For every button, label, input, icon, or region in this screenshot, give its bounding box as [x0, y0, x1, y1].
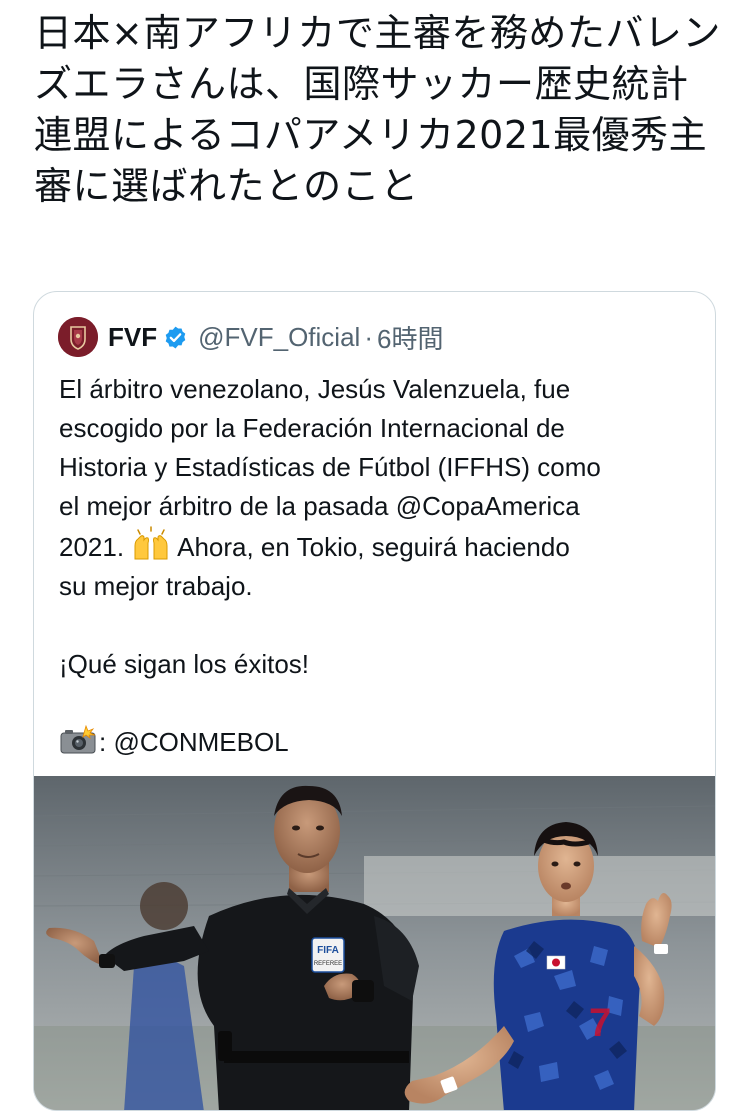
quoted-tweet-body: El árbitro venezolano, Jesús Valenzuela,… [59, 370, 699, 762]
body-line: el mejor árbitro de la pasada @CopaAmeri… [59, 487, 699, 526]
tweet-text: 日本×南アフリカで主審を務めたバレンズエラさんは、国際サッカー歴史統計連盟による… [34, 11, 721, 208]
separator-dot: · [364, 321, 373, 352]
timestamp[interactable]: 6時間 [377, 319, 443, 356]
quoted-tweet-card[interactable]: FVF @FVF_Oficial · 6時間 El árbitro venezo… [33, 291, 716, 1111]
quoted-tweet-header: FVF @FVF_Oficial · 6時間 [58, 316, 443, 358]
fifa-badge-text: FIFA [317, 945, 339, 956]
display-name[interactable]: FVF [108, 322, 157, 353]
fifa-badge-subtext: REFEREE [314, 961, 342, 967]
svg-text:7: 7 [589, 1001, 611, 1045]
avatar[interactable] [58, 317, 98, 357]
body-line: escogido por la Federación Internacional… [59, 413, 565, 443]
body-text: 2021. [59, 532, 125, 562]
tweet-photo[interactable]: FIFA REFEREE 7 [34, 776, 715, 1110]
body-line: 2021. Ahora, en Tokio, seguirá haciendo [59, 526, 699, 567]
body-line: su mejor trabajo. [59, 571, 253, 601]
body-line: : @CONMEBOL [59, 723, 699, 762]
body-text: el mejor árbitro de la pasada @CopaAmeri… [59, 491, 580, 521]
fvf-crest-icon [58, 317, 98, 357]
referee-photo-image: FIFA REFEREE 7 [34, 776, 715, 1110]
verified-badge-icon [165, 326, 186, 348]
body-text: Ahora, en Tokio, seguirá haciendo [177, 532, 570, 562]
raising-hands-emoji-icon [134, 526, 168, 560]
body-line: Historia y Estadísticas de Fútbol (IFFHS… [59, 452, 601, 482]
body-line: ¡Qué sigan los éxitos! [59, 649, 310, 679]
handle[interactable]: @FVF_Oficial [198, 322, 360, 353]
body-line: El árbitro venezolano, Jesús Valenzuela,… [59, 374, 571, 404]
camera-with-flash-emoji-icon [60, 725, 96, 754]
body-text: : @CONMEBOL [99, 727, 289, 757]
